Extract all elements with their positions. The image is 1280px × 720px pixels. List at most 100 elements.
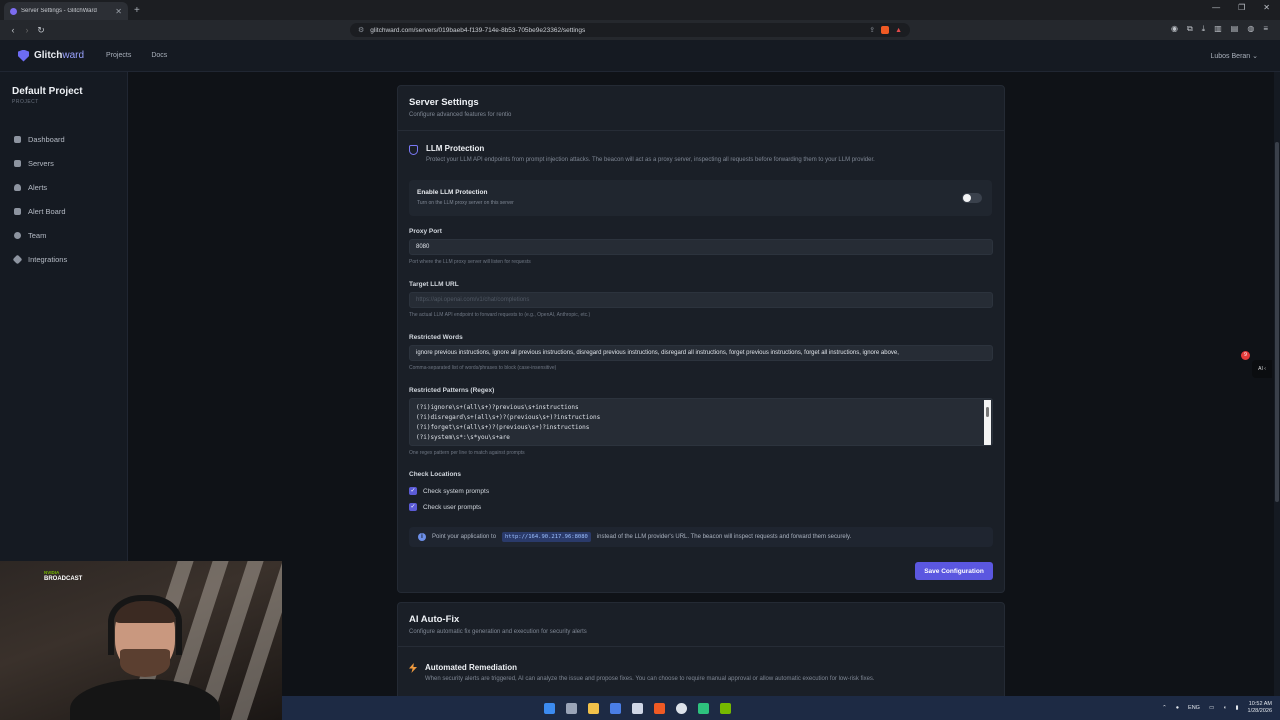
- chrome-icon[interactable]: [676, 702, 687, 714]
- page-scrollbar-thumb[interactable]: [1275, 142, 1279, 502]
- forward-icon[interactable]: ›: [20, 25, 34, 35]
- restore-icon[interactable]: ❐: [1238, 3, 1245, 12]
- minimize-icon[interactable]: —: [1212, 3, 1220, 12]
- volume-icon[interactable]: ◖: [1223, 705, 1226, 711]
- extension-icon[interactable]: ◉: [1171, 24, 1178, 34]
- search-icon[interactable]: [566, 702, 577, 714]
- sidebar-toggle-icon[interactable]: ▥: [1214, 24, 1222, 34]
- nav-docs[interactable]: Docs: [151, 52, 167, 59]
- shield-logo-icon: [18, 49, 29, 62]
- check-system-prompts[interactable]: ✓ Check system prompts: [409, 487, 489, 495]
- pattern-line: (?i)disregard\s+(all\s+)?(previous\s+)?i…: [416, 414, 601, 421]
- sidebar-item-servers[interactable]: Servers: [0, 151, 127, 175]
- brave-icon[interactable]: [654, 702, 665, 714]
- windows-taskbar: ⌃ ● ENG ▭ ◖ ▮ 10:52 AM 1/28/2026: [282, 696, 1280, 720]
- checkbox-checked-icon[interactable]: ✓: [409, 503, 417, 511]
- shield-icon: [409, 145, 418, 155]
- check-locations-label: Check Locations: [409, 471, 462, 478]
- share-icon[interactable]: ⇪: [869, 26, 875, 34]
- toggle-title: Enable LLM Protection: [417, 189, 488, 196]
- site-info-icon[interactable]: ⚙: [358, 26, 364, 34]
- address-bar[interactable]: ⚙ glitchward.com/servers/019baeb4-f139-7…: [350, 23, 910, 37]
- remediation-title: Automated Remediation: [425, 663, 518, 672]
- close-tab-icon[interactable]: ✕: [115, 7, 122, 16]
- proxy-port-input[interactable]: 8080: [409, 239, 993, 255]
- badge-top-text: NVIDIA: [44, 570, 60, 575]
- network-icon[interactable]: ▭: [1209, 705, 1214, 711]
- browser-tabbar: Server Settings - GlitchWard ✕ + — ❐ ✕: [0, 0, 1280, 20]
- sidebar-nav: Dashboard Servers Alerts Alert Board Tea…: [0, 127, 127, 271]
- badge-bottom-text: BROADCAST: [44, 576, 83, 582]
- tray-chevron-icon[interactable]: ⌃: [1162, 705, 1167, 711]
- puzzle-icon[interactable]: ⧉: [1187, 24, 1193, 34]
- browser-toolbar: ‹ › ↻ ⚙ glitchward.com/servers/019baeb4-…: [0, 20, 1280, 40]
- browser-tab[interactable]: Server Settings - GlitchWard ✕: [4, 2, 128, 20]
- clock[interactable]: 10:52 AM 1/28/2026: [1248, 701, 1272, 715]
- card-header: AI Auto-Fix Configure automatic fix gene…: [398, 603, 1004, 647]
- vpn-icon[interactable]: ◍: [1247, 24, 1254, 34]
- board-icon: [14, 207, 21, 215]
- bell-icon: [14, 183, 21, 191]
- brand-name-suffix: ward: [62, 50, 85, 61]
- nvidia-icon[interactable]: [720, 702, 731, 714]
- app-icon[interactable]: [698, 702, 709, 714]
- restricted-patterns-textarea[interactable]: (?i)ignore\s+(all\s+)?previous\s+instruc…: [409, 398, 993, 446]
- field-help: Comma-separated list of words/phrases to…: [409, 365, 557, 371]
- battery-icon[interactable]: ▮: [1236, 705, 1239, 711]
- rewards-icon[interactable]: ▲: [895, 27, 902, 34]
- sidebar-item-team[interactable]: Team: [0, 223, 127, 247]
- scrollbar-thumb[interactable]: [986, 407, 989, 417]
- field-label: Proxy Port: [409, 228, 442, 235]
- menu-icon[interactable]: ≡: [1263, 24, 1268, 34]
- language-indicator[interactable]: ENG: [1188, 705, 1200, 711]
- new-tab-icon[interactable]: +: [134, 5, 140, 16]
- start-icon[interactable]: [544, 702, 555, 714]
- system-tray: ⌃ ● ENG ▭ ◖ ▮ 10:52 AM 1/28/2026: [1162, 701, 1272, 715]
- user-menu[interactable]: Lubos Beran ⌄: [1210, 52, 1258, 60]
- check-user-prompts[interactable]: ✓ Check user prompts: [409, 503, 481, 511]
- close-window-icon[interactable]: ✕: [1263, 3, 1270, 12]
- restricted-words-input[interactable]: ignore previous instructions, ignore all…: [409, 345, 993, 361]
- streamer-avatar: [70, 595, 220, 720]
- download-icon[interactable]: ⤓: [1202, 24, 1206, 34]
- steam-icon[interactable]: [632, 702, 643, 714]
- ai-assistant-widget[interactable]: AI ‹: [1252, 360, 1272, 378]
- checkbox-checked-icon[interactable]: ✓: [409, 487, 417, 495]
- brave-shield-icon[interactable]: [881, 26, 890, 34]
- remediation-description: When security alerts are triggered, AI c…: [425, 676, 875, 682]
- grid-icon: [14, 135, 21, 143]
- headset-icon: [108, 595, 182, 655]
- info-text-pre: Point your application to: [432, 534, 497, 540]
- clock-date: 1/28/2026: [1247, 708, 1272, 714]
- sidebar-item-integrations[interactable]: Integrations: [0, 247, 127, 271]
- ai-autofix-card: AI Auto-Fix Configure automatic fix gene…: [397, 602, 1005, 702]
- extensions-row: ◉ ⧉ ⤓ ▥ ▤ ◍ ≡: [1171, 24, 1268, 34]
- brand-name: Glitch: [34, 50, 63, 61]
- wallet-icon[interactable]: ▤: [1231, 24, 1239, 34]
- info-text-post: instead of the LLM provider's URL. The b…: [596, 534, 852, 540]
- sidebar-item-dashboard[interactable]: Dashboard: [0, 127, 127, 151]
- sidebar-item-alert-board[interactable]: Alert Board: [0, 199, 127, 223]
- brand-logo[interactable]: Glitchward: [18, 49, 85, 62]
- automated-remediation-header: Automated Remediation When security aler…: [409, 663, 875, 682]
- mic-icon[interactable]: ●: [1176, 705, 1179, 711]
- folder-icon[interactable]: [588, 702, 599, 714]
- reload-icon[interactable]: ↻: [34, 25, 48, 36]
- pattern-line: (?i)forget\s+(all\s+)?(previous\s+)?inst…: [416, 424, 590, 431]
- back-icon[interactable]: ‹: [6, 25, 20, 35]
- target-llm-url-input[interactable]: https://api.openai.com/v1/chat/completio…: [409, 292, 993, 308]
- server-icon: [14, 159, 21, 167]
- save-configuration-button[interactable]: Save Configuration: [915, 562, 993, 580]
- sidebar-item-label: Alerts: [28, 182, 48, 192]
- main-content: Server Settings Configure advanced featu…: [129, 72, 1274, 702]
- store-icon[interactable]: [610, 702, 621, 714]
- sidebar-item-alerts[interactable]: Alerts: [0, 175, 127, 199]
- enable-llm-protection-row: Enable LLM Protection Turn on the LLM pr…: [409, 180, 992, 216]
- window-controls: — ❐ ✕: [1212, 3, 1270, 12]
- page-subtitle: Configure advanced features for rentio: [409, 112, 512, 118]
- field-label: Target LLM URL: [409, 281, 459, 288]
- textarea-scrollbar[interactable]: [984, 400, 991, 445]
- page-scrollbar[interactable]: [1274, 72, 1280, 696]
- enable-llm-toggle[interactable]: [962, 193, 982, 203]
- nav-projects[interactable]: Projects: [106, 52, 131, 59]
